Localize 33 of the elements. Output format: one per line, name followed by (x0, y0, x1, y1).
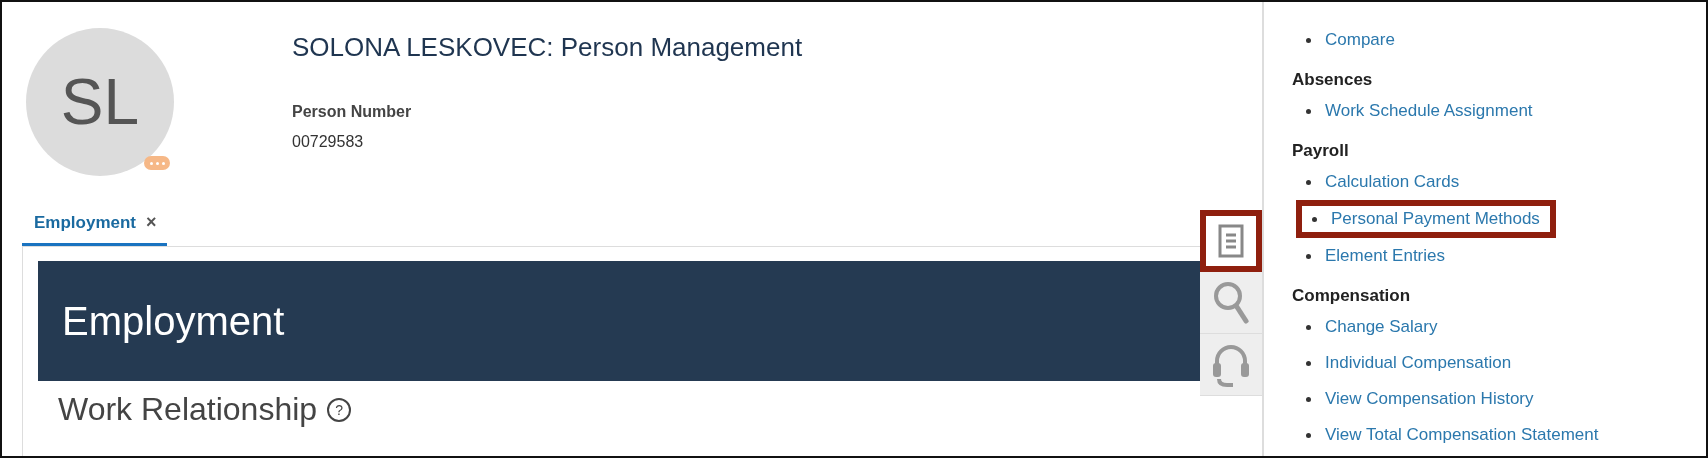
close-icon[interactable]: × (146, 212, 157, 233)
group-heading: Absences (1292, 70, 1374, 90)
field-label: Person Number (292, 103, 413, 121)
help-icon[interactable]: ? (327, 397, 352, 422)
task-link[interactable]: Change Salary (1325, 317, 1438, 337)
task-link[interactable]: Element Entries (1325, 246, 1445, 266)
bullet-icon (1306, 396, 1311, 402)
bullet-icon (1306, 253, 1311, 259)
bullet-icon (1312, 216, 1317, 222)
field-value: 00729583 (292, 133, 365, 151)
task-link[interactable]: Compare (1325, 30, 1395, 50)
task-link[interactable]: View Total Compensation Statement (1325, 425, 1599, 445)
tab[interactable]: Employment × (22, 192, 167, 246)
search-icon (1213, 280, 1249, 325)
tool-button[interactable] (1200, 210, 1262, 272)
task-link[interactable]: Calculation Cards (1325, 172, 1460, 192)
task-link[interactable]: Individual Compensation (1325, 353, 1512, 373)
task-link[interactable]: Work Schedule Assignment (1325, 101, 1533, 121)
bullet-icon (1306, 37, 1311, 43)
avatar: SL (26, 28, 174, 176)
section-title: Work Relationship (58, 391, 318, 428)
document-icon (1218, 224, 1244, 258)
bullet-icon (1306, 324, 1311, 330)
bullet-icon (1306, 108, 1311, 114)
group-heading: Payroll (1292, 141, 1350, 161)
more-badge[interactable] (144, 156, 170, 170)
bullet-icon (1306, 360, 1311, 366)
bullet-icon (1306, 432, 1311, 438)
bullet-icon (1306, 179, 1311, 185)
banner-title: Employment (62, 298, 285, 344)
task-link[interactable]: View Compensation History (1325, 389, 1534, 409)
page-title: SOLONA LESKOVEC: Person Management (292, 32, 803, 63)
group-heading: Compensation (1292, 286, 1412, 306)
